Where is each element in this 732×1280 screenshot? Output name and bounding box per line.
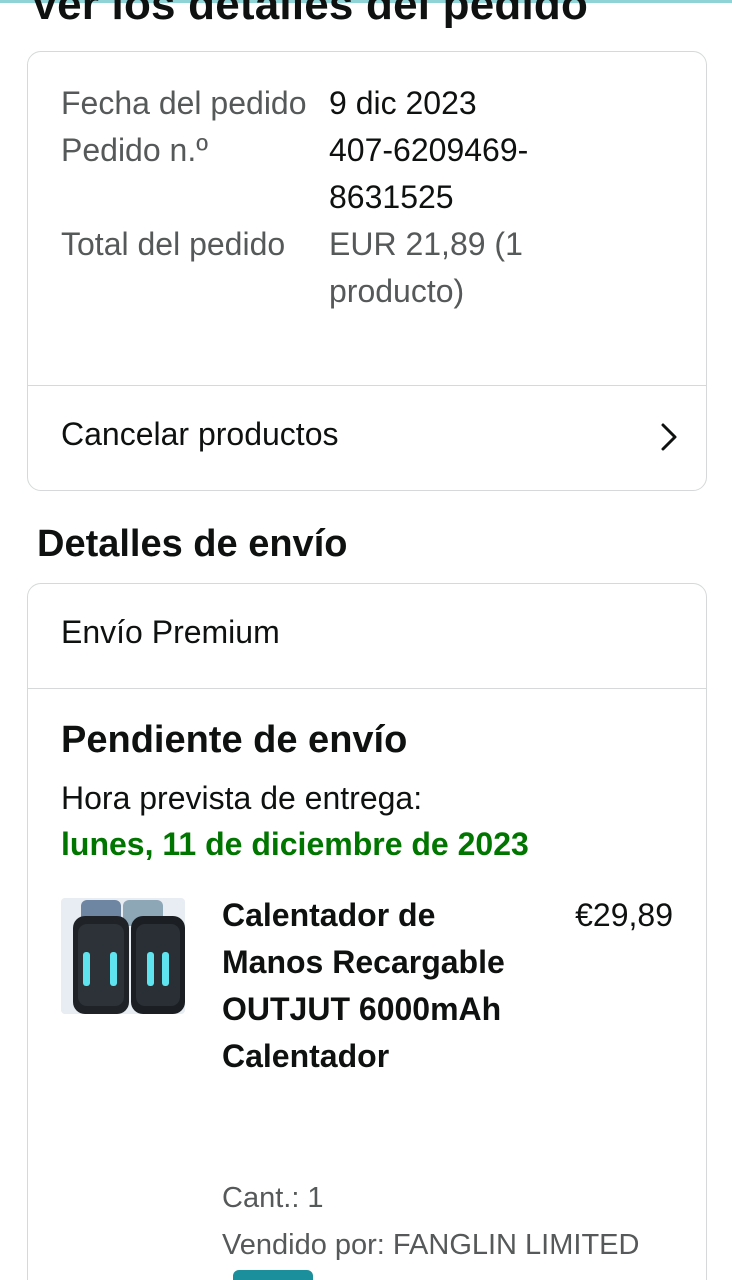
order-date-value: 9 dic 2023	[329, 85, 477, 121]
order-total-value: EUR 21,89 (1 producto)	[329, 226, 523, 309]
page-title: Ver los detalles del pedido	[30, 0, 589, 29]
cancel-products-row[interactable]: Cancelar productos	[28, 386, 706, 490]
shipping-method: Envío Premium	[61, 614, 280, 650]
delivery-eta-label: Hora prevista de entrega:	[61, 780, 423, 816]
hand-warmer-product-image[interactable]	[61, 894, 191, 1024]
order-total-label: Total del pedido	[61, 226, 286, 262]
product-name-link[interactable]: Calentador de Manos Recargable OUTJUT 60…	[222, 892, 522, 1080]
chevron-right-icon	[661, 423, 677, 451]
order-summary-card: Fecha del pedido 9 dic 2023 Pedido n.º 4…	[27, 51, 707, 491]
shipping-card: Envío Premium Pendiente de envío Hora pr…	[27, 583, 707, 1280]
order-number-row: Pedido n.º 407-6209469-8631525	[61, 127, 681, 221]
shipping-status-title: Pendiente de envío	[61, 719, 408, 761]
order-number-label: Pedido n.º	[61, 132, 208, 168]
order-date-label: Fecha del pedido	[61, 85, 307, 121]
home-indicator	[233, 1270, 313, 1280]
shipping-section-title: Detalles de envío	[37, 523, 348, 565]
delivery-eta-date: lunes, 11 de diciembre de 2023	[61, 826, 529, 862]
order-details-page: Ver los detalles del pedido Fecha del pe…	[0, 0, 732, 1280]
product-quantity: Cant.: 1	[222, 1182, 324, 1214]
order-date-row: Fecha del pedido 9 dic 2023	[61, 80, 681, 127]
order-info-grid: Fecha del pedido 9 dic 2023 Pedido n.º 4…	[61, 80, 681, 315]
product-price: €29,89	[575, 897, 673, 933]
cancel-products-label: Cancelar productos	[61, 416, 339, 452]
product-seller: Vendido por: FANGLIN LIMITED	[222, 1229, 640, 1261]
order-number-value: 407-6209469-8631525	[329, 132, 529, 215]
order-total-row: Total del pedido EUR 21,89 (1 producto)	[61, 221, 681, 315]
card-divider	[28, 688, 706, 689]
